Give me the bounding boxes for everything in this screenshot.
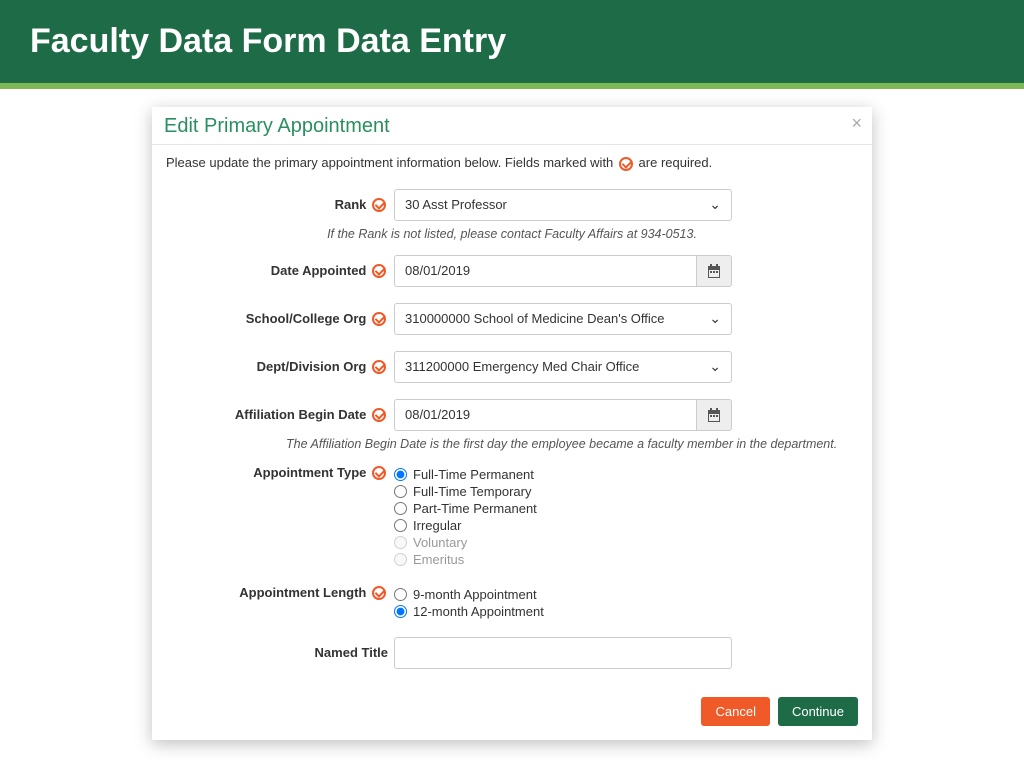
required-icon <box>372 312 386 326</box>
rank-select[interactable]: 30 Asst Professor ⌄ <box>394 189 732 221</box>
dept-org-value: 311200000 Emergency Med Chair Office <box>405 359 639 374</box>
radio-input[interactable] <box>394 605 407 618</box>
appointment-type-option[interactable]: Full-Time Permanent <box>394 467 858 482</box>
appointment-type-option: Emeritus <box>394 552 858 567</box>
chevron-down-icon: ⌄ <box>709 196 721 213</box>
close-icon[interactable]: × <box>851 113 862 134</box>
modal-title: Edit Primary Appointment <box>164 115 860 138</box>
school-org-value: 310000000 School of Medicine Dean's Offi… <box>405 311 665 326</box>
modal-footer: Cancel Continue <box>152 685 872 740</box>
appointment-length-option[interactable]: 12-month Appointment <box>394 604 858 619</box>
appointment-length-option[interactable]: 9-month Appointment <box>394 587 858 602</box>
rank-value: 30 Asst Professor <box>405 197 507 212</box>
radio-label: Part-Time Permanent <box>413 501 537 516</box>
required-icon <box>372 586 386 600</box>
named-title-input-wrap <box>394 637 732 669</box>
calendar-icon <box>707 408 721 422</box>
page-title: Faculty Data Form Data Entry <box>30 22 994 61</box>
chevron-down-icon: ⌄ <box>709 310 721 327</box>
radio-input <box>394 536 407 549</box>
radio-input[interactable] <box>394 588 407 601</box>
rank-helper: If the Rank is not listed, please contac… <box>166 227 858 241</box>
rank-label: Rank <box>166 197 394 213</box>
radio-input <box>394 553 407 566</box>
page-header: Faculty Data Form Data Entry <box>0 0 1024 83</box>
date-appointed-calendar-button[interactable] <box>696 255 732 287</box>
required-icon <box>372 264 386 278</box>
affiliation-date-calendar-button[interactable] <box>696 399 732 431</box>
required-icon <box>619 157 633 171</box>
named-title-label: Named Title <box>166 645 394 660</box>
appointment-type-option[interactable]: Irregular <box>394 518 858 533</box>
cancel-button[interactable]: Cancel <box>701 697 769 726</box>
edit-appointment-modal: × Edit Primary Appointment Please update… <box>152 107 872 740</box>
continue-button[interactable]: Continue <box>778 697 858 726</box>
affiliation-date-input[interactable]: 08/01/2019 <box>394 399 696 431</box>
school-org-select[interactable]: 310000000 School of Medicine Dean's Offi… <box>394 303 732 335</box>
radio-input[interactable] <box>394 485 407 498</box>
appointment-type-option[interactable]: Full-Time Temporary <box>394 484 858 499</box>
radio-label: Emeritus <box>413 552 464 567</box>
chevron-down-icon: ⌄ <box>709 358 721 375</box>
instruction-suffix: are required. <box>639 155 713 170</box>
affiliation-helper: The Affiliation Begin Date is the first … <box>286 437 848 451</box>
appointment-type-radios: Full-Time Permanent Full-Time Temporary Pa… <box>394 465 858 567</box>
instruction-text: Please update the primary appointment in… <box>166 155 858 171</box>
affiliation-date-label: Affiliation Begin Date <box>166 407 394 423</box>
school-org-label: School/College Org <box>166 311 394 327</box>
calendar-icon <box>707 264 721 278</box>
required-icon <box>372 466 386 480</box>
radio-label: 12-month Appointment <box>413 604 544 619</box>
date-appointed-label: Date Appointed <box>166 263 394 279</box>
appointment-type-option[interactable]: Part-Time Permanent <box>394 501 858 516</box>
radio-input[interactable] <box>394 519 407 532</box>
required-icon <box>372 360 386 374</box>
radio-label: Full-Time Permanent <box>413 467 534 482</box>
required-icon <box>372 408 386 422</box>
dept-org-select[interactable]: 311200000 Emergency Med Chair Office ⌄ <box>394 351 732 383</box>
modal-header: Edit Primary Appointment <box>152 107 872 145</box>
instruction-prefix: Please update the primary appointment in… <box>166 155 613 170</box>
radio-label: Full-Time Temporary <box>413 484 531 499</box>
named-title-input[interactable] <box>405 645 721 660</box>
appointment-type-option: Voluntary <box>394 535 858 550</box>
radio-label: Irregular <box>413 518 461 533</box>
appointment-length-label: Appointment Length <box>166 585 394 601</box>
appointment-type-label: Appointment Type <box>166 465 394 481</box>
radio-input[interactable] <box>394 468 407 481</box>
radio-label: Voluntary <box>413 535 467 550</box>
radio-label: 9-month Appointment <box>413 587 537 602</box>
appointment-length-radios: 9-month Appointment 12-month Appointment <box>394 585 858 619</box>
dept-org-label: Dept/Division Org <box>166 359 394 375</box>
radio-input[interactable] <box>394 502 407 515</box>
date-appointed-input[interactable]: 08/01/2019 <box>394 255 696 287</box>
required-icon <box>372 198 386 212</box>
